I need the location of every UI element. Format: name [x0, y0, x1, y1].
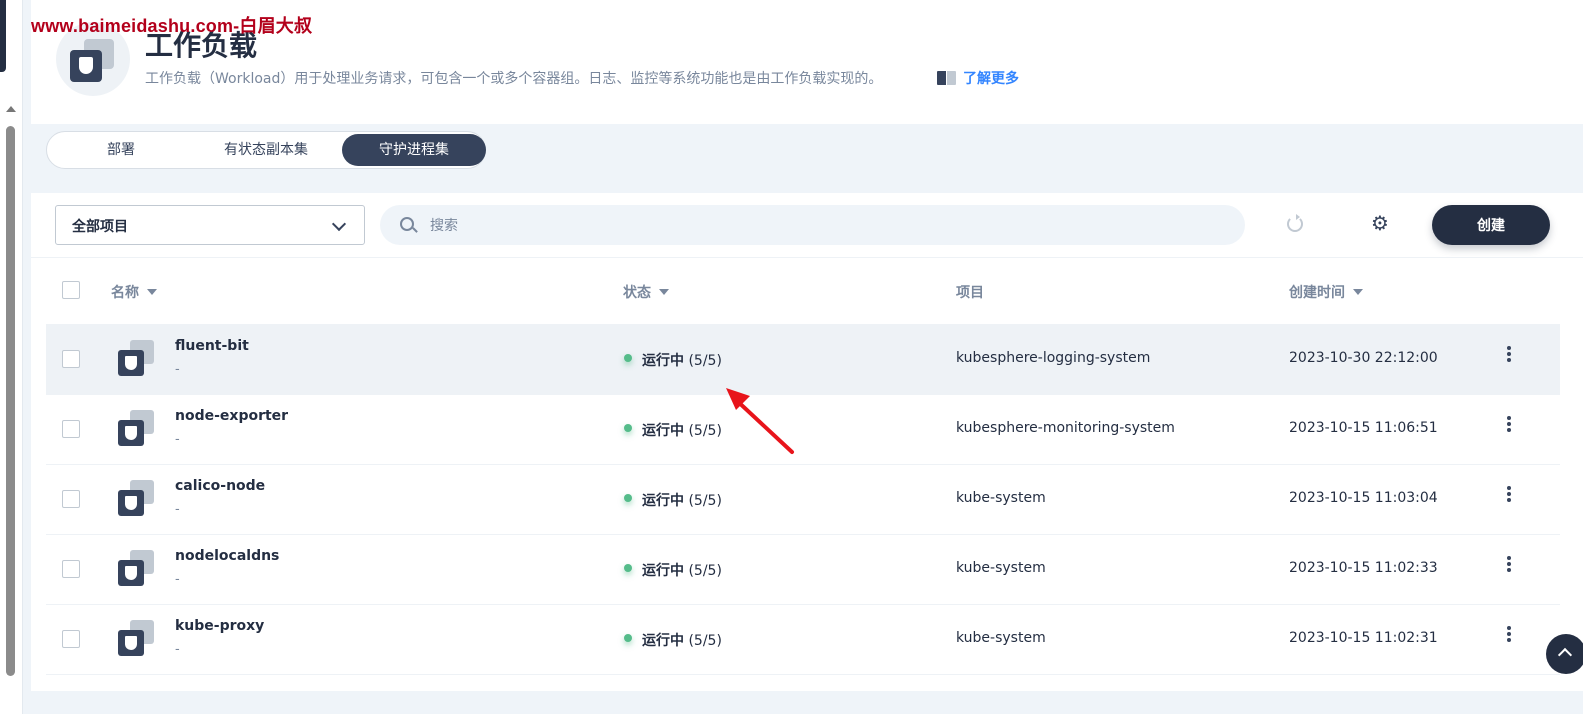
status-text: 运行中	[642, 633, 684, 649]
back-to-top-button[interactable]	[1546, 634, 1583, 674]
sidebar-collapsed-tab[interactable]	[0, 0, 6, 72]
sort-caret-icon	[147, 289, 157, 295]
status-text: 运行中	[642, 563, 684, 579]
workload-name[interactable]: kube-proxy	[175, 618, 264, 634]
learn-more-link[interactable]: 了解更多	[937, 68, 1019, 88]
row-checkbox[interactable]	[62, 420, 80, 438]
watermark: www.baimeidashu.com-白眉大叔	[31, 16, 313, 36]
workload-name[interactable]: nodelocaldns	[175, 548, 279, 564]
more-vertical-icon[interactable]	[1506, 486, 1512, 506]
search-icon	[400, 217, 414, 231]
project-select[interactable]: 全部项目	[55, 205, 365, 245]
daemonset-icon	[116, 410, 156, 450]
row-checkbox[interactable]	[62, 560, 80, 578]
workload-tabs: 部署 有状态副本集 守护进程集	[46, 131, 486, 169]
status-cell: 运行中 (5/5)	[624, 630, 722, 650]
status-dot-icon	[624, 564, 632, 572]
filter-caret-icon	[659, 289, 669, 295]
workload-description: -	[175, 432, 180, 447]
created-time-cell: 2023-10-15 11:06:51	[1289, 420, 1438, 436]
status-text: 运行中	[642, 493, 684, 509]
row-checkbox[interactable]	[62, 630, 80, 648]
created-time-cell: 2023-10-30 22:12:00	[1289, 350, 1438, 366]
status-cell: 运行中 (5/5)	[624, 490, 722, 510]
tab-statefulsets[interactable]: 有状态副本集	[193, 134, 339, 166]
project-select-value: 全部项目	[72, 219, 128, 235]
status-text: 运行中	[642, 353, 684, 369]
project-cell: kube-system	[956, 560, 1046, 576]
more-vertical-icon[interactable]	[1506, 556, 1512, 576]
replica-count: (5/5)	[688, 563, 722, 579]
status-dot-icon	[624, 424, 632, 432]
left-scrollbar-strip	[0, 0, 23, 714]
created-time-cell: 2023-10-15 11:02:33	[1289, 560, 1438, 576]
column-project: 项目	[956, 282, 984, 302]
row-checkbox[interactable]	[62, 490, 80, 508]
project-cell: kubesphere-monitoring-system	[956, 420, 1175, 436]
create-button[interactable]: 创建	[1432, 205, 1550, 245]
replica-count: (5/5)	[688, 353, 722, 369]
column-created-label: 创建时间	[1289, 285, 1345, 301]
scrollbar-thumb[interactable]	[6, 126, 15, 676]
more-vertical-icon[interactable]	[1506, 346, 1512, 366]
more-vertical-icon[interactable]	[1506, 416, 1512, 436]
project-cell: kube-system	[956, 490, 1046, 506]
table-row[interactable]: node-exporter - 运行中 (5/5) kubesphere-mon…	[46, 394, 1560, 465]
created-time-cell: 2023-10-15 11:02:31	[1289, 630, 1438, 646]
table-row[interactable]: kube-proxy - 运行中 (5/5) kube-system 2023-…	[46, 604, 1560, 675]
status-dot-icon	[624, 354, 632, 362]
status-cell: 运行中 (5/5)	[624, 350, 722, 370]
replica-count: (5/5)	[688, 633, 722, 649]
column-project-label: 项目	[956, 285, 984, 301]
row-checkbox[interactable]	[62, 350, 80, 368]
replica-count: (5/5)	[688, 423, 722, 439]
gear-icon[interactable]: ⚙	[1371, 211, 1389, 235]
annotation-arrow-icon	[726, 388, 794, 454]
workload-name[interactable]: calico-node	[175, 478, 265, 494]
project-cell: kubesphere-logging-system	[956, 350, 1151, 366]
workload-description: -	[175, 502, 180, 517]
select-all-checkbox[interactable]	[62, 281, 80, 299]
workload-name[interactable]: fluent-bit	[175, 338, 249, 354]
workload-description: -	[175, 642, 180, 657]
project-cell: kube-system	[956, 630, 1046, 646]
toolbar: 全部项目 ⚙ 创建	[31, 193, 1583, 258]
status-text: 运行中	[642, 423, 684, 439]
tab-deployments[interactable]: 部署	[53, 134, 189, 166]
sort-caret-icon	[1353, 289, 1363, 295]
column-status-label: 状态	[623, 285, 651, 301]
column-created[interactable]: 创建时间	[1289, 282, 1363, 302]
workload-description: -	[175, 362, 180, 377]
column-name-label: 名称	[111, 285, 139, 301]
daemonset-icon	[116, 620, 156, 660]
column-name[interactable]: 名称	[111, 282, 157, 302]
status-dot-icon	[624, 494, 632, 502]
daemonset-icon	[116, 480, 156, 520]
more-vertical-icon[interactable]	[1506, 626, 1512, 646]
column-status[interactable]: 状态	[623, 282, 669, 302]
table-row[interactable]: fluent-bit - 运行中 (5/5) kubesphere-loggin…	[46, 324, 1560, 395]
status-cell: 运行中 (5/5)	[624, 560, 722, 580]
status-dot-icon	[624, 634, 632, 642]
workload-name[interactable]: node-exporter	[175, 408, 288, 424]
chevron-down-icon	[331, 216, 347, 232]
refresh-icon[interactable]	[1287, 214, 1303, 232]
search-input[interactable]	[428, 213, 1212, 239]
created-time-cell: 2023-10-15 11:03:04	[1289, 490, 1438, 506]
learn-more-label: 了解更多	[963, 71, 1019, 87]
table-header: 名称 状态 项目 创建时间	[31, 258, 1583, 324]
replica-count: (5/5)	[688, 493, 722, 509]
scroll-up-arrow-icon[interactable]	[6, 106, 16, 112]
page-description: 工作负载（Workload）用于处理业务请求，可包含一个或多个容器组。日志、监控…	[145, 71, 883, 87]
daemonset-icon	[116, 340, 156, 380]
table-row[interactable]: calico-node - 运行中 (5/5) kube-system 2023…	[46, 464, 1560, 535]
table-row[interactable]: nodelocaldns - 运行中 (5/5) kube-system 202…	[46, 534, 1560, 605]
status-cell: 运行中 (5/5)	[624, 420, 722, 440]
workload-list-panel: 全部项目 ⚙ 创建 名称 状态 项目 创建时间 fluent	[31, 193, 1583, 691]
tab-daemonsets[interactable]: 守护进程集	[342, 134, 486, 166]
book-icon	[937, 71, 957, 85]
search-bar	[380, 205, 1245, 245]
daemonset-icon	[116, 550, 156, 590]
workload-description: -	[175, 572, 180, 587]
